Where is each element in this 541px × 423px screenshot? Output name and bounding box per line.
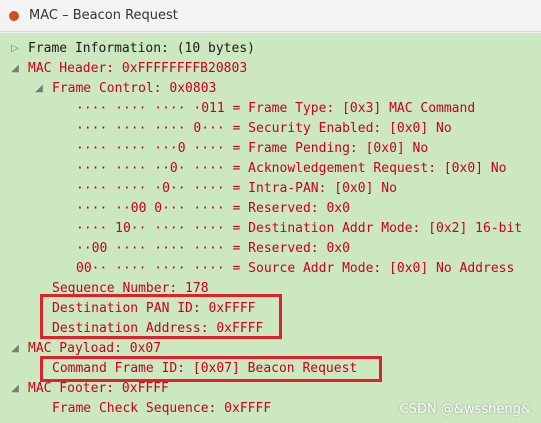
tree-item-label: ···· ···· ···0 ···· = Frame Pending: [0x… [76, 141, 429, 156]
tree-item-label: Destination Address: 0xFFFF [52, 321, 264, 336]
tree-item-label: Command Frame ID: [0x07] Beacon Request [52, 361, 358, 376]
tree-item-label: Sequence Number: 178 [52, 281, 209, 296]
collapse-triangle-icon[interactable]: ◢ [8, 379, 22, 399]
tree-item-label: ···· ···· ··0· ···· = Acknowledgement Re… [76, 161, 507, 176]
tree-item-label: ···· ···· ···· ·011 = Frame Type: [0x3] … [76, 101, 476, 116]
tree-item-label: ···· 10·· ···· ···· = Destination Addr M… [76, 221, 523, 236]
tree-item-label: ···· ··00 0··· ···· = Reserved: 0x0 [76, 201, 350, 216]
tree-item-label: MAC Footer: 0xFFFF [28, 381, 169, 396]
collapse-triangle-icon[interactable]: ◢ [32, 79, 46, 99]
collapse-triangle-icon[interactable]: ◢ [8, 339, 22, 359]
tree-item-label: ···· ···· ···· 0··· = Security Enabled: … [76, 121, 452, 136]
tree-item-label: Frame Information: (10 bytes) [28, 41, 255, 56]
window-title: MAC – Beacon Request [29, 8, 178, 23]
tree-item-label: Destination PAN ID: 0xFFFF [52, 301, 256, 316]
tree-item-label: MAC Payload: 0x07 [28, 341, 162, 356]
title-bar: MAC – Beacon Request [0, 0, 541, 32]
watermark: CSDN @&wssheng& [399, 402, 531, 417]
tree-item-label: MAC Header: 0xFFFFFFFFB20803 [28, 61, 248, 76]
app-dot-icon [9, 11, 19, 21]
tree-item-label: 00·· ···· ···· ···· = Source Addr Mode: … [76, 261, 515, 276]
expand-triangle-icon[interactable]: ▷ [8, 39, 22, 59]
tree-item-label: Frame Control: 0x0803 [52, 81, 217, 96]
tree-item-label: ···· ···· ·0·· ···· = Intra-PAN: [0x0] N… [76, 181, 397, 196]
tree-item-label: Frame Check Sequence: 0xFFFF [52, 401, 272, 416]
protocol-tree[interactable]: ▷ Frame Information: (10 bytes) ◢ MAC He… [0, 33, 541, 423]
tree-item-label: ··00 ···· ···· ···· = Reserved: 0x0 [76, 241, 350, 256]
collapse-triangle-icon[interactable]: ◢ [8, 59, 22, 79]
